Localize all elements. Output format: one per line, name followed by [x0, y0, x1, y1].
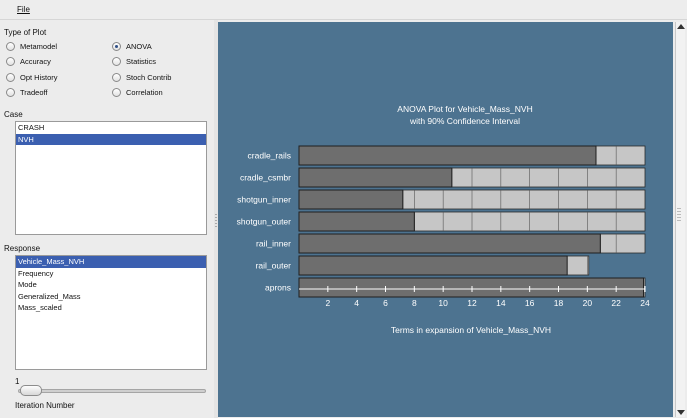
radio-label: Statistics	[126, 57, 157, 66]
radio-opt-history[interactable]: Opt History	[6, 72, 58, 83]
ci-band	[595, 145, 646, 166]
x-tick-label: 8	[412, 298, 417, 308]
category-label: cradle_csmbr	[240, 173, 291, 183]
radio-metamodel[interactable]: Metamodel	[6, 41, 57, 52]
list-item-selected[interactable]: NVH	[16, 133, 206, 145]
radio-label: Accuracy	[20, 57, 51, 66]
radio-statistics[interactable]: Statistics	[112, 56, 156, 67]
x-tick-label: 2	[325, 298, 330, 308]
x-tick-label: 14	[496, 298, 506, 308]
radio-dot	[6, 42, 15, 51]
plot-area: ANOVA Plot for Vehicle_Mass_NVH with 90%…	[218, 22, 673, 417]
iteration-label: Iteration Number	[15, 401, 75, 410]
radio-dot	[112, 73, 121, 82]
radio-tradeoff[interactable]: Tradeoff	[6, 87, 48, 98]
scroll-up-icon[interactable]	[677, 24, 685, 29]
radio-accuracy[interactable]: Accuracy	[6, 56, 51, 67]
radio-dot	[112, 57, 121, 66]
list-item[interactable]: Mass_scaled	[16, 302, 206, 314]
plot-type-label: Type of Plot	[4, 28, 47, 37]
x-tick-label: 10	[438, 298, 448, 308]
list-item[interactable]: Generalized_Mass	[16, 291, 206, 303]
iteration-slider-handle[interactable]	[20, 385, 42, 396]
x-tick-label: 24	[640, 298, 650, 308]
chart-subtitle: with 90% Confidence Interval	[409, 116, 520, 126]
radio-dot-selected	[112, 42, 121, 51]
response-list[interactable]: Vehicle_Mass_NVH Frequency Mode Generali…	[15, 255, 207, 370]
list-item[interactable]: Mode	[16, 279, 206, 291]
x-tick-label: 6	[383, 298, 388, 308]
ci-band	[599, 233, 646, 254]
category-label: rail_inner	[256, 239, 291, 249]
radio-label: Tradeoff	[20, 88, 48, 97]
radio-dot	[6, 73, 15, 82]
anova-bar	[298, 233, 601, 254]
anova-bar	[298, 145, 597, 166]
splitter-grip-icon	[215, 214, 217, 228]
anova-bar	[298, 167, 453, 188]
chart-title: ANOVA Plot for Vehicle_Mass_NVH	[397, 104, 532, 114]
x-tick-label: 22	[611, 298, 621, 308]
menu-bar: File	[0, 0, 687, 20]
anova-bar	[298, 277, 645, 298]
radio-label: Opt History	[20, 73, 58, 82]
anova-bar	[298, 255, 568, 276]
case-list[interactable]: CRASH NVH	[15, 121, 207, 235]
anova-bar	[298, 211, 415, 232]
radio-dot	[6, 57, 15, 66]
category-label: shotgun_outer	[237, 217, 292, 227]
category-label: aprons	[265, 283, 291, 293]
x-tick-label: 18	[554, 298, 564, 308]
radio-correlation[interactable]: Correlation	[112, 87, 163, 98]
x-tick-label: 20	[583, 298, 593, 308]
x-tick-label: 16	[525, 298, 535, 308]
list-item-selected[interactable]: Vehicle_Mass_NVH	[16, 256, 206, 268]
radio-label: Stoch Contrib	[126, 73, 172, 82]
scroll-down-icon[interactable]	[677, 410, 685, 415]
response-label: Response	[4, 244, 41, 253]
case-label: Case	[4, 110, 23, 119]
list-item[interactable]: CRASH	[16, 122, 206, 134]
x-tick-label: 4	[354, 298, 359, 308]
radio-label: Metamodel	[20, 42, 58, 51]
radio-label: ANOVA	[126, 42, 152, 51]
radio-stoch-contrib[interactable]: Stoch Contrib	[112, 72, 171, 83]
x-axis-label: Terms in expansion of Vehicle_Mass_NVH	[391, 325, 551, 335]
anova-bar	[298, 189, 404, 210]
category-label: cradle_rails	[248, 151, 291, 161]
radio-anova[interactable]: ANOVA	[112, 41, 152, 52]
category-label: shotgun_inner	[237, 195, 291, 205]
ci-band	[402, 189, 646, 210]
radio-dot	[6, 88, 15, 97]
list-item[interactable]: Frequency	[16, 268, 206, 280]
ci-band	[566, 255, 590, 276]
anova-chart: ANOVA Plot for Vehicle_Mass_NVH with 90%…	[237, 104, 650, 335]
x-tick-label: 12	[467, 298, 477, 308]
iteration-value: 1	[15, 377, 20, 386]
radio-dot	[112, 88, 121, 97]
resize-grip-icon	[677, 208, 681, 222]
radio-label: Correlation	[126, 88, 163, 97]
category-label: rail_outer	[256, 261, 292, 271]
file-menu[interactable]: File	[17, 5, 30, 14]
iteration-slider-track[interactable]	[18, 389, 206, 393]
